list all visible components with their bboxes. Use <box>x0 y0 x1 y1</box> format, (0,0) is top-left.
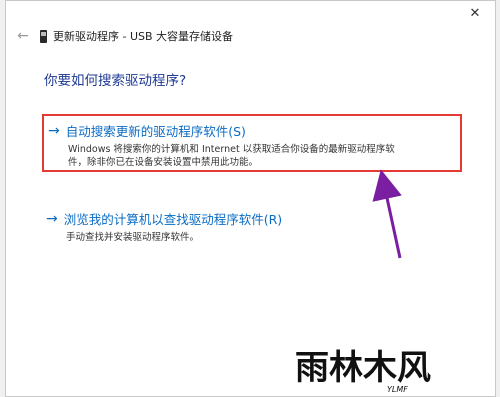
usb-drive-icon <box>40 30 47 43</box>
auto-search-option[interactable]: → 自动搜索更新的驱动程序软件(S) Windows 将搜索你的计算机和 Int… <box>42 114 462 172</box>
browse-computer-option[interactable]: → 浏览我的计算机以查找驱动程序软件(R) 手动查找并安装驱动程序软件。 <box>44 209 466 249</box>
auto-search-description: Windows 将搜索你的计算机和 Internet 以获取适合你设备的最新驱动… <box>68 143 456 169</box>
arrow-right-icon: → <box>48 122 60 139</box>
close-icon: ✕ <box>469 6 481 21</box>
auto-search-desc-line2: 件，除非你已在设备安装设置中禁用此功能。 <box>68 157 259 168</box>
auto-search-label: 自动搜索更新的驱动程序软件(S) <box>65 124 246 139</box>
browse-computer-description: 手动查找并安装驱动程序软件。 <box>66 232 200 243</box>
auto-search-desc-line1: Windows 将搜索你的计算机和 Internet 以获取适合你设备的最新驱动… <box>68 144 395 155</box>
search-question-heading: 你要如何搜索驱动程序? <box>44 73 187 89</box>
ylmf-watermark-logo: 雨林木风 YLMF <box>295 348 431 394</box>
back-button[interactable]: ← <box>14 27 32 45</box>
arrow-right-icon: → <box>46 210 58 227</box>
back-arrow-icon: ← <box>17 28 29 44</box>
dialog-title: 更新驱动程序 - USB 大容量存储设备 <box>53 30 234 43</box>
browse-computer-label: 浏览我的计算机以查找驱动程序软件(R) <box>63 212 283 227</box>
update-driver-dialog: ✕ ← 更新驱动程序 - USB 大容量存储设备 你要如何搜索驱动程序? → 自… <box>5 0 496 397</box>
watermark-text: 雨林木风 <box>295 348 431 388</box>
close-button[interactable]: ✕ <box>463 4 487 24</box>
watermark-subtext: YLMF <box>387 385 408 394</box>
